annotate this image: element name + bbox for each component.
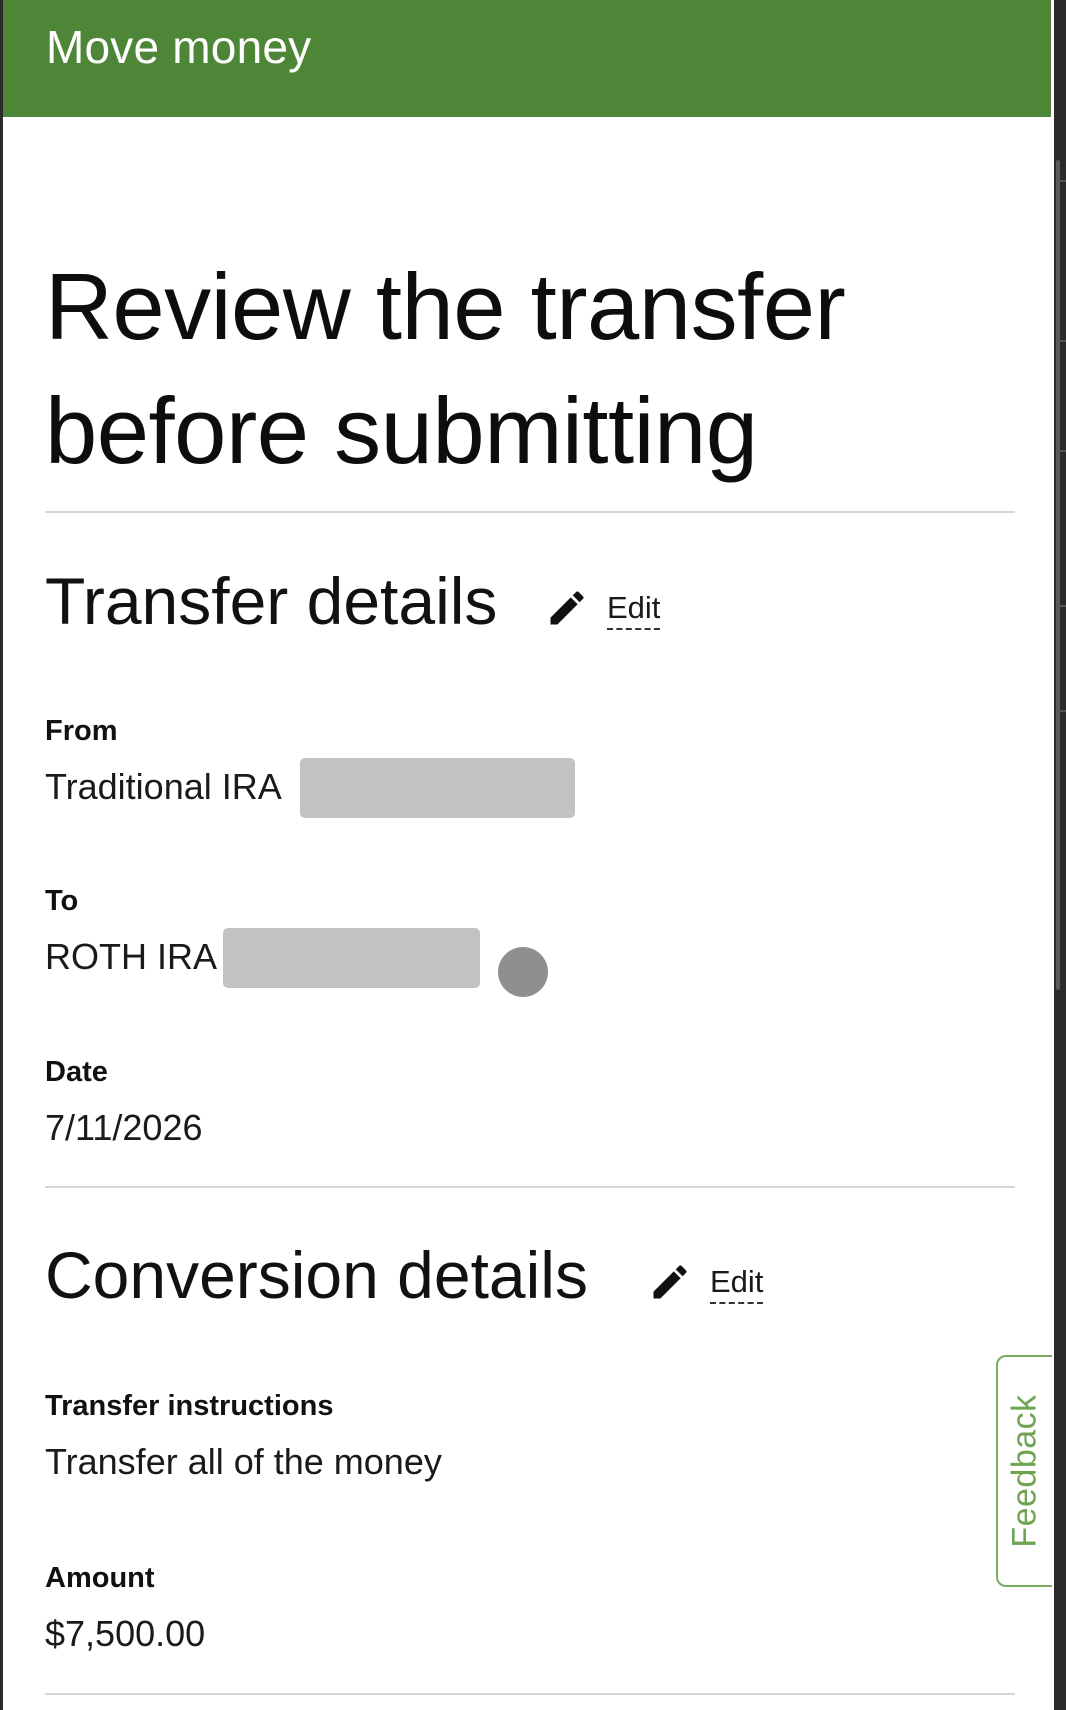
feedback-tab[interactable]: Feedback (996, 1355, 1052, 1587)
pencil-icon (653, 1265, 687, 1299)
page-header: Move money (3, 0, 1051, 117)
from-value: Traditional IRA (45, 766, 282, 807)
conversion-details-edit[interactable]: Edit (648, 1260, 764, 1304)
divider (45, 1186, 1015, 1188)
rail-marker (1058, 340, 1066, 342)
app-frame: Move money Review the transfer before su… (0, 0, 1066, 1710)
info-dot-icon[interactable] (498, 947, 548, 997)
transfer-details-heading: Transfer details (45, 564, 498, 638)
edit-conversion-details-link[interactable]: Edit (710, 1264, 764, 1304)
date-value: 7/11/2026 (45, 1107, 203, 1148)
rail-marker (1058, 710, 1066, 712)
window-edge (0, 0, 3, 1710)
conversion-details-heading: Conversion details (45, 1238, 588, 1312)
rail-marker (1058, 605, 1066, 607)
to-label: To (45, 885, 79, 917)
rail-marker (1058, 450, 1066, 452)
date-label: Date (45, 1056, 108, 1088)
edit-transfer-details-link[interactable]: Edit (607, 590, 661, 630)
from-label: From (45, 715, 118, 747)
to-value: ROTH IRA (45, 936, 218, 977)
scrollbar[interactable] (1054, 0, 1066, 1710)
amount-value: $7,500.00 (45, 1613, 206, 1654)
pencil-icon (550, 591, 584, 625)
transfer-details-edit[interactable]: Edit (545, 586, 661, 630)
transfer-instructions-value: Transfer all of the money (45, 1441, 442, 1482)
page-title: Review the transfer before submitting (45, 254, 846, 483)
redacted-account-number (300, 758, 575, 818)
scrollbar-thumb[interactable] (1056, 160, 1060, 990)
header-title: Move money (46, 21, 312, 73)
divider (45, 511, 1015, 513)
transfer-instructions-label: Transfer instructions (45, 1390, 334, 1422)
amount-label: Amount (45, 1562, 155, 1594)
divider (45, 1693, 1015, 1695)
feedback-label: Feedback (1005, 1394, 1044, 1548)
redacted-account-number (223, 928, 480, 988)
rail-marker (1058, 180, 1066, 182)
